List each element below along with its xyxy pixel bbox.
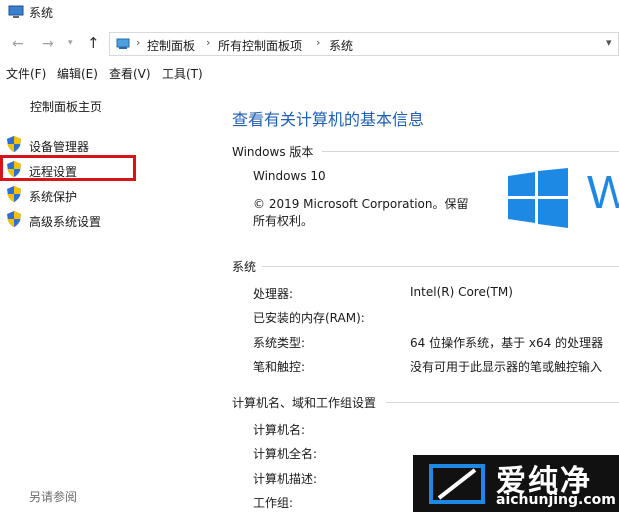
- see-also-heading: 另请参阅: [29, 490, 78, 504]
- chevron-right-icon: ›: [136, 36, 141, 49]
- windows-wordmark: W: [587, 166, 619, 218]
- control-panel-icon: [116, 38, 130, 49]
- windows-edition: Windows 10: [253, 169, 326, 183]
- copyright-line2: 所有权利。: [253, 214, 314, 228]
- breadcrumb-system[interactable]: 系统: [329, 37, 353, 54]
- control-panel-home-link[interactable]: 控制面板主页: [30, 98, 102, 115]
- sidebar-link-system-protection[interactable]: 系统保护: [29, 188, 77, 205]
- watermark-url: aichunjing.com: [496, 492, 616, 508]
- computer-description-label: 计算机描述:: [253, 472, 318, 486]
- uac-shield-icon: [7, 186, 21, 202]
- full-computer-name-label: 计算机全名:: [253, 447, 318, 461]
- divider: [262, 266, 619, 267]
- system-type-label: 系统类型:: [253, 336, 306, 350]
- ram-label: 已安装的内存(RAM):: [253, 311, 365, 325]
- divider: [386, 402, 619, 403]
- computer-name-label: 计算机名:: [253, 423, 306, 437]
- sidebar-link-device-manager[interactable]: 设备管理器: [29, 138, 89, 155]
- watermark-logo-icon: [429, 464, 485, 504]
- system-window-icon: [8, 5, 24, 18]
- highlight-box: [0, 155, 136, 181]
- system-type-value: 64 位操作系统，基于 x64 的处理器: [410, 336, 604, 350]
- title-bar: [0, 0, 619, 26]
- processor-label: 处理器:: [253, 287, 294, 301]
- uac-shield-icon: [7, 211, 21, 227]
- menu-file[interactable]: 文件(F): [6, 65, 46, 82]
- window-title: 系统: [29, 6, 54, 20]
- menu-tools[interactable]: 工具(T): [162, 65, 203, 82]
- uac-shield-icon: [7, 136, 21, 152]
- sidebar-link-advanced-settings[interactable]: 高级系统设置: [29, 213, 101, 230]
- pen-touch-label: 笔和触控:: [253, 360, 306, 374]
- computer-name-heading: 计算机名、域和工作组设置: [232, 396, 377, 410]
- copyright-line1: © 2019 Microsoft Corporation。保留: [253, 197, 469, 211]
- recent-dropdown-icon[interactable]: ▾: [68, 38, 73, 48]
- system-heading: 系统: [232, 260, 257, 274]
- chevron-right-icon[interactable]: ›: [206, 36, 210, 49]
- back-arrow-icon[interactable]: ←: [12, 36, 24, 52]
- pen-touch-value: 没有可用于此显示器的笔或触控输入: [410, 360, 603, 374]
- processor-value: Intel(R) Core(TM): [410, 285, 513, 299]
- page-title: 查看有关计算机的基本信息: [232, 110, 425, 129]
- windows-logo-icon: [508, 168, 568, 228]
- breadcrumb-all-items[interactable]: 所有控制面板项: [218, 37, 302, 54]
- workgroup-label: 工作组:: [253, 496, 294, 510]
- forward-arrow-icon[interactable]: →: [42, 36, 54, 52]
- breadcrumb-control-panel[interactable]: 控制面板: [147, 37, 195, 54]
- windows-edition-heading: Windows 版本: [232, 145, 314, 159]
- up-arrow-icon[interactable]: ↑: [87, 34, 100, 52]
- address-dropdown-icon[interactable]: ▾: [606, 36, 612, 49]
- chevron-right-icon[interactable]: ›: [316, 36, 320, 49]
- menu-edit[interactable]: 编辑(E): [57, 65, 98, 82]
- menu-view[interactable]: 查看(V): [109, 65, 151, 82]
- divider: [322, 151, 619, 152]
